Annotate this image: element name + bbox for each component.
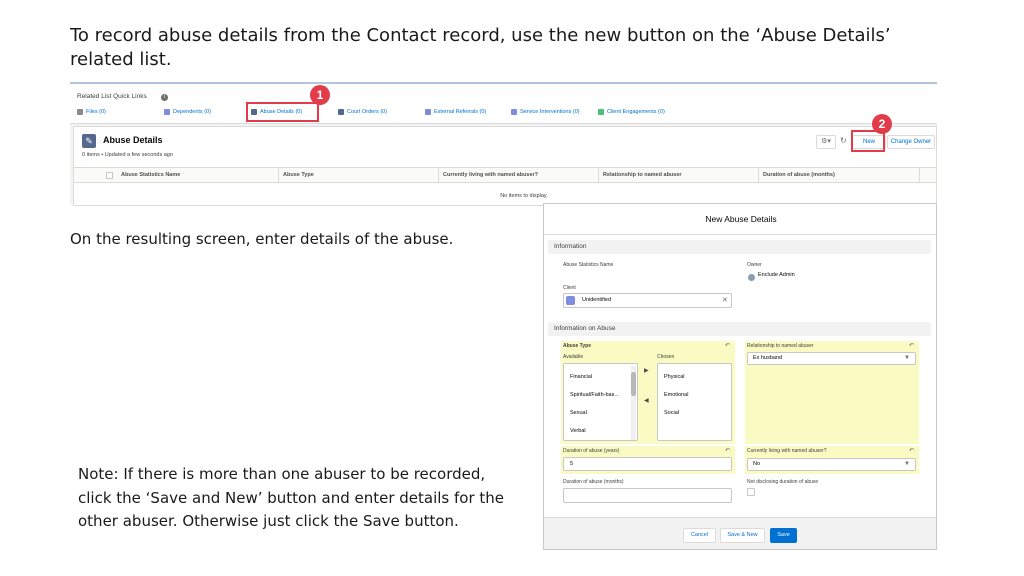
- quick-link-service-interventions[interactable]: Service Interventions (0): [511, 109, 580, 115]
- note-text: Note: If there is more than one abuser t…: [78, 465, 505, 530]
- undo-icon[interactable]: ↶: [909, 447, 914, 454]
- column-header[interactable]: Relationship to named abuser: [603, 172, 682, 178]
- owner-label: Owner: [747, 262, 762, 268]
- chevron-down-icon: ▼: [904, 461, 910, 467]
- list-item[interactable]: Spiritual/Faith-bas...: [570, 392, 619, 398]
- client-label: Client: [563, 285, 576, 291]
- abuse-details-highlight: [246, 102, 319, 122]
- quick-link-files[interactable]: Files (0): [77, 109, 106, 115]
- select-all-checkbox[interactable]: [106, 172, 113, 179]
- list-item[interactable]: Physical: [664, 374, 684, 380]
- column-header[interactable]: Currently living with named abuser?: [443, 172, 538, 178]
- relationship-label: Relationship to named abuser: [747, 343, 814, 349]
- slide-heading: To record abuse details from the Contact…: [70, 25, 891, 70]
- living-with-abuser-select[interactable]: No ▼: [747, 458, 916, 471]
- list-item[interactable]: Social: [664, 410, 679, 416]
- column-divider: [438, 168, 439, 183]
- quick-link-dependents[interactable]: Dependents (0): [164, 109, 211, 115]
- not-disclosing-checkbox[interactable]: [747, 488, 755, 496]
- available-listbox[interactable]: Financial Spiritual/Faith-bas... Sexual …: [563, 363, 638, 441]
- contact-related-panel: Related List Quick Links i Files (0) Dep…: [70, 82, 937, 206]
- divider: [544, 234, 936, 235]
- move-right-icon[interactable]: ▶: [644, 367, 649, 374]
- close-icon[interactable]: ✕: [722, 296, 728, 304]
- list-item[interactable]: Financial: [570, 374, 592, 380]
- list-item[interactable]: Sexual: [570, 410, 587, 416]
- duration-months-input[interactable]: [563, 488, 732, 503]
- abuse-details-card: ✎ Abuse Details 0 items • Updated a few …: [73, 126, 937, 206]
- chosen-listbox[interactable]: Physical Emotional Social: [657, 363, 732, 441]
- cancel-button[interactable]: Cancel: [683, 528, 716, 543]
- files-icon: [77, 109, 83, 115]
- owner-value[interactable]: Enclude Admin: [758, 272, 795, 278]
- client-lookup-input[interactable]: Unidentified: [563, 293, 732, 308]
- column-header[interactable]: Duration of abuse (months): [763, 172, 835, 178]
- quick-link-label: External Referrals (0): [434, 109, 487, 115]
- user-icon: [748, 274, 755, 281]
- related-list-quick-links: Related List Quick Links i Files (0) Dep…: [70, 84, 937, 124]
- column-divider: [278, 168, 279, 183]
- dependents-icon: [164, 109, 170, 115]
- empty-state-text: No items to display.: [500, 193, 548, 199]
- new-abuse-details-modal: New Abuse Details Information Abuse Stat…: [543, 203, 937, 550]
- table-header: Abuse Statistics Name Abuse Type Current…: [74, 167, 936, 183]
- change-owner-button[interactable]: Change Owner: [887, 135, 935, 149]
- client-icon: [566, 296, 575, 305]
- living-with-abuser-value: No: [753, 461, 761, 467]
- info-icon[interactable]: i: [161, 94, 168, 101]
- abuse-type-label: Abuse Type: [563, 343, 591, 349]
- living-with-abuser-label: Currently living with named abuser?: [747, 448, 827, 454]
- section-information-on-abuse[interactable]: Information on Abuse: [548, 322, 931, 336]
- duration-years-label: Duration of abuse (years): [563, 448, 620, 454]
- save-and-new-button[interactable]: Save & New: [720, 528, 765, 543]
- wrench-icon: ✎: [82, 134, 96, 148]
- court-orders-icon: [338, 109, 344, 115]
- not-disclosing-label: Not disclosing duration of abuse: [747, 479, 819, 485]
- duration-months-label: Duration of abuse (months): [563, 479, 624, 485]
- abuse-statistics-name-label: Abuse Statistics Name: [563, 262, 614, 268]
- gear-icon[interactable]: ⚙▾: [816, 135, 836, 149]
- relationship-select[interactable]: Ex husband ▼: [747, 352, 916, 365]
- section-information[interactable]: Information: [548, 240, 931, 254]
- modal-title: New Abuse Details: [705, 214, 777, 224]
- column-divider: [598, 168, 599, 183]
- modal-footer: Cancel Save & New Save: [544, 517, 936, 549]
- available-label: Available: [563, 354, 584, 360]
- quick-link-label: Files (0): [86, 109, 106, 115]
- quick-link-label: Client Engagements (0): [607, 109, 665, 115]
- relationship-value: Ex husband: [753, 355, 783, 361]
- save-button[interactable]: Save: [770, 528, 797, 543]
- abuse-details-subtitle: 0 items • Updated a few seconds ago: [82, 152, 173, 158]
- column-divider: [919, 168, 920, 183]
- undo-icon[interactable]: ↶: [909, 342, 914, 349]
- undo-icon[interactable]: ↶: [725, 447, 730, 454]
- refresh-icon[interactable]: ↻: [840, 136, 847, 145]
- list-item[interactable]: Verbal: [570, 428, 586, 434]
- quick-link-client-engagements[interactable]: Client Engagements (0): [598, 109, 665, 115]
- service-interventions-icon: [511, 109, 517, 115]
- chosen-label: Chosen: [657, 354, 675, 360]
- quick-link-court-orders[interactable]: Court Orders (0): [338, 109, 387, 115]
- quick-link-external-referrals[interactable]: External Referrals (0): [425, 109, 486, 115]
- abuse-details-title: Abuse Details: [103, 135, 163, 145]
- list-item[interactable]: Emotional: [664, 392, 688, 398]
- external-referrals-icon: [425, 109, 431, 115]
- callout-badge-1: 1: [310, 85, 330, 105]
- move-left-icon[interactable]: ◀: [644, 397, 649, 404]
- quick-link-label: Service Interventions (0): [520, 109, 580, 115]
- quick-links-title: Related List Quick Links: [77, 93, 147, 100]
- column-header[interactable]: Abuse Type: [283, 172, 314, 178]
- callout-badge-2: 2: [872, 114, 892, 134]
- client-engagements-icon: [598, 109, 604, 115]
- column-divider: [758, 168, 759, 183]
- quick-link-label: Court Orders (0): [347, 109, 388, 115]
- column-header[interactable]: Abuse Statistics Name: [121, 172, 180, 178]
- instruction-text: On the resulting screen, enter details o…: [70, 230, 454, 248]
- quick-link-label: Dependents (0): [173, 109, 211, 115]
- duration-years-input[interactable]: 5: [563, 457, 732, 471]
- undo-icon[interactable]: ↶: [725, 342, 730, 349]
- chevron-down-icon: ▼: [904, 355, 910, 361]
- scrollbar-thumb[interactable]: [631, 372, 636, 396]
